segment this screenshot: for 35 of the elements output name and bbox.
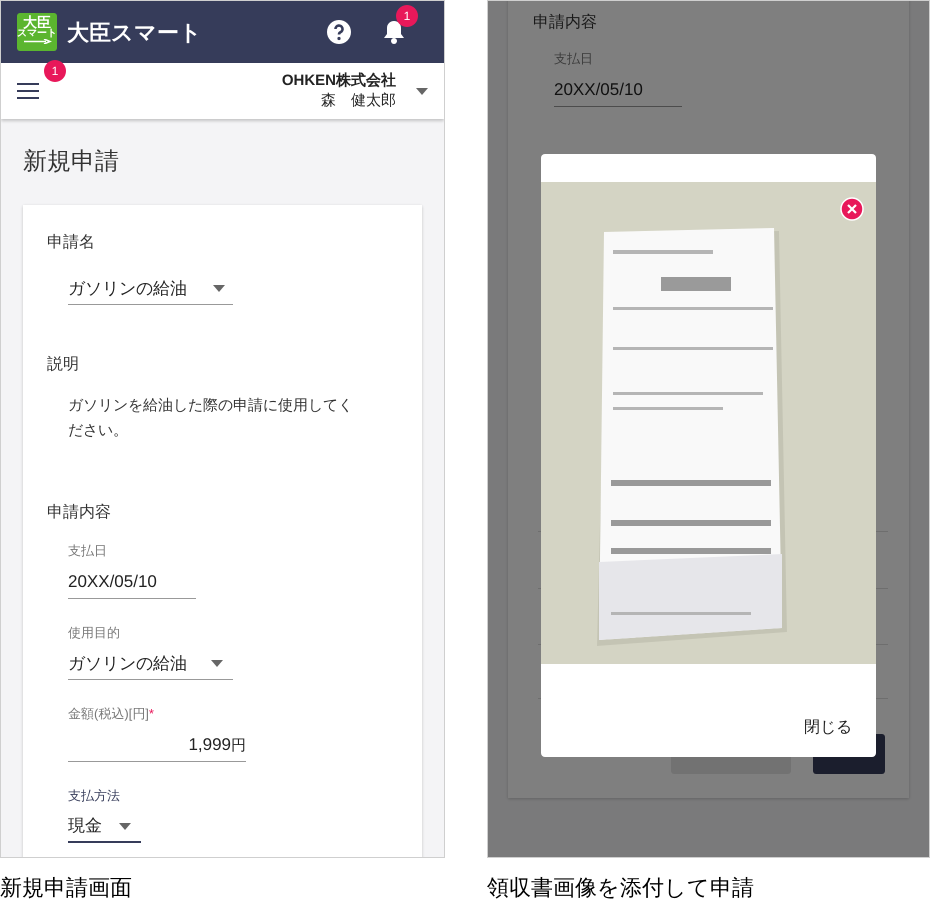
field-label: 金額(税込)[円]*	[68, 705, 155, 723]
field-label: 支払方法	[68, 786, 121, 804]
bell-icon[interactable]	[382, 19, 406, 45]
app-title: 大臣スマート	[67, 18, 202, 46]
section-title: 申請内容	[47, 502, 112, 523]
help-icon[interactable]	[327, 20, 351, 44]
close-button[interactable]: 閉じる	[802, 716, 854, 740]
select-field[interactable]: ガソリンの給油	[68, 648, 233, 680]
menu-icon[interactable]	[17, 83, 39, 99]
menu-badge: 1	[44, 60, 66, 82]
select-field[interactable]: 現金	[68, 811, 141, 843]
account-caret-icon[interactable]	[416, 88, 428, 94]
caption: 領収書画像を添付して申請	[487, 874, 755, 902]
caret-icon	[211, 660, 223, 667]
close-icon[interactable]	[840, 197, 864, 221]
field-label: 使用目的	[68, 624, 121, 642]
amount-field[interactable]: 1,999円	[68, 730, 246, 762]
section-title: 申請内容	[533, 12, 598, 33]
field-label: 申請名	[47, 232, 96, 253]
user-name: 森 健太郎	[321, 91, 396, 111]
notification-badge: 1	[396, 5, 418, 27]
section-label: 説明	[47, 354, 80, 375]
page-title: 新規申請	[23, 147, 120, 177]
date-field[interactable]: 20XX/05/10	[68, 566, 196, 598]
field-label: 支払日	[68, 542, 108, 560]
description-text: ガソリンを給油した際の申請に使用してください。	[68, 396, 354, 441]
field-label: 支払日	[554, 50, 594, 68]
caret-icon	[119, 822, 131, 830]
company-name: OHKEN株式会社	[282, 71, 396, 91]
caption: 新規申請画面	[0, 874, 133, 902]
caret-icon	[416, 88, 428, 94]
caret-icon	[213, 285, 225, 292]
app-logo: 大臣 スマート	[17, 13, 57, 51]
select-field[interactable]: ガソリンの給油	[68, 273, 233, 305]
date-field[interactable]: 20XX/05/10	[554, 74, 682, 106]
